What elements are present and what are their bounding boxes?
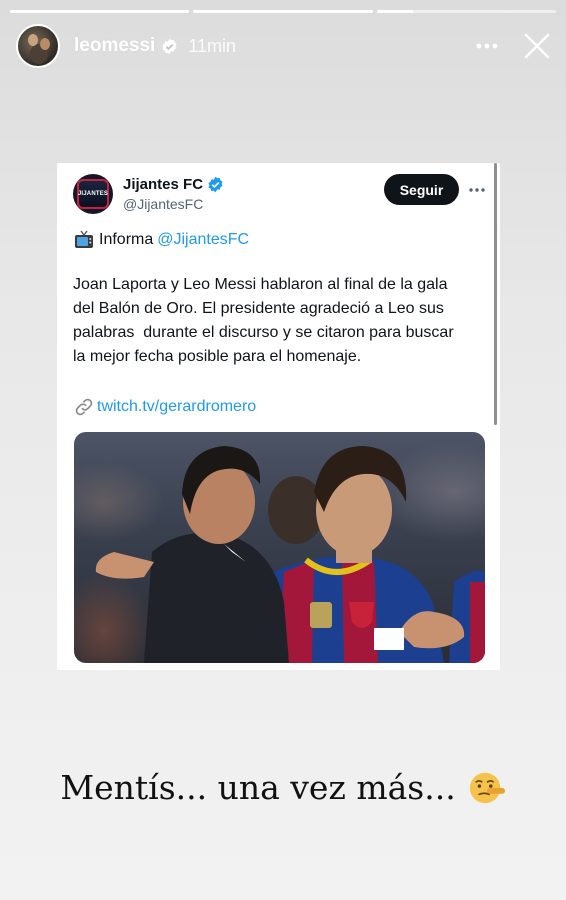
close-icon [524,33,550,59]
verified-badge-icon [162,38,177,54]
informa-label: Informa [99,230,154,248]
lying-face-emoji-icon [469,772,505,803]
tweet-author-handle[interactable]: @JijantesFC [123,196,203,212]
laporta-messi-photo [95,446,485,663]
avatar[interactable] [16,24,60,68]
tweet-link-text[interactable]: twitch.tv/gerardromero [97,398,256,416]
jijantes-logo-icon: JIJANTES [77,179,109,209]
follow-button[interactable]: Seguir [384,174,459,205]
more-options-button[interactable] [474,33,500,59]
verified-badge-icon [208,176,223,193]
story-progress-segment [193,10,373,13]
tweet-card[interactable]: JIJANTES Jijantes FC @JijantesFC Seguir … [57,163,500,670]
tweet-author-avatar[interactable]: JIJANTES [73,174,113,214]
caption-text: Mentís... una vez más... [60,768,456,807]
story-progress-bar [10,10,556,13]
close-button[interactable] [522,31,552,61]
mention-link[interactable]: @JijantesFC [157,231,249,249]
tweet-scrollbar[interactable] [494,163,497,425]
tv-emoji-icon [75,230,93,248]
tweet-photo[interactable] [74,432,485,663]
story-progress-segment [376,10,556,13]
tweet-body-line: palabras durante el discurso y se citaro… [73,324,454,341]
story-caption: Mentís... una vez más... [0,768,566,807]
tweet-more-button[interactable] [466,180,488,200]
tweet-informa-line: Informa @JijantesFC [74,230,249,249]
more-dots-icon [476,43,498,49]
story-progress-segment [10,10,190,13]
tweet-body-line: Joan Laporta y Leo Messi hablaron al fin… [73,276,448,293]
link-chain-icon [75,398,93,416]
tweet-link[interactable]: twitch.tv/gerardromero [74,397,256,417]
story-username[interactable]: leomessi [74,35,155,57]
more-dots-icon [469,188,485,192]
story-header: leomessi 11min [16,24,552,68]
tweet-author-name-text: Jijantes FC [123,176,204,193]
tweet-body: Joan Laporta y Leo Messi hablaron al fin… [73,273,483,369]
story-timestamp: 11min [188,35,237,56]
tweet-author-name[interactable]: Jijantes FC [123,176,224,193]
tweet-body-line: la mejor fecha posible para el homenaje. [73,348,362,365]
tweet-body-line: del Balón de Oro. El presidente agradeci… [73,300,444,317]
